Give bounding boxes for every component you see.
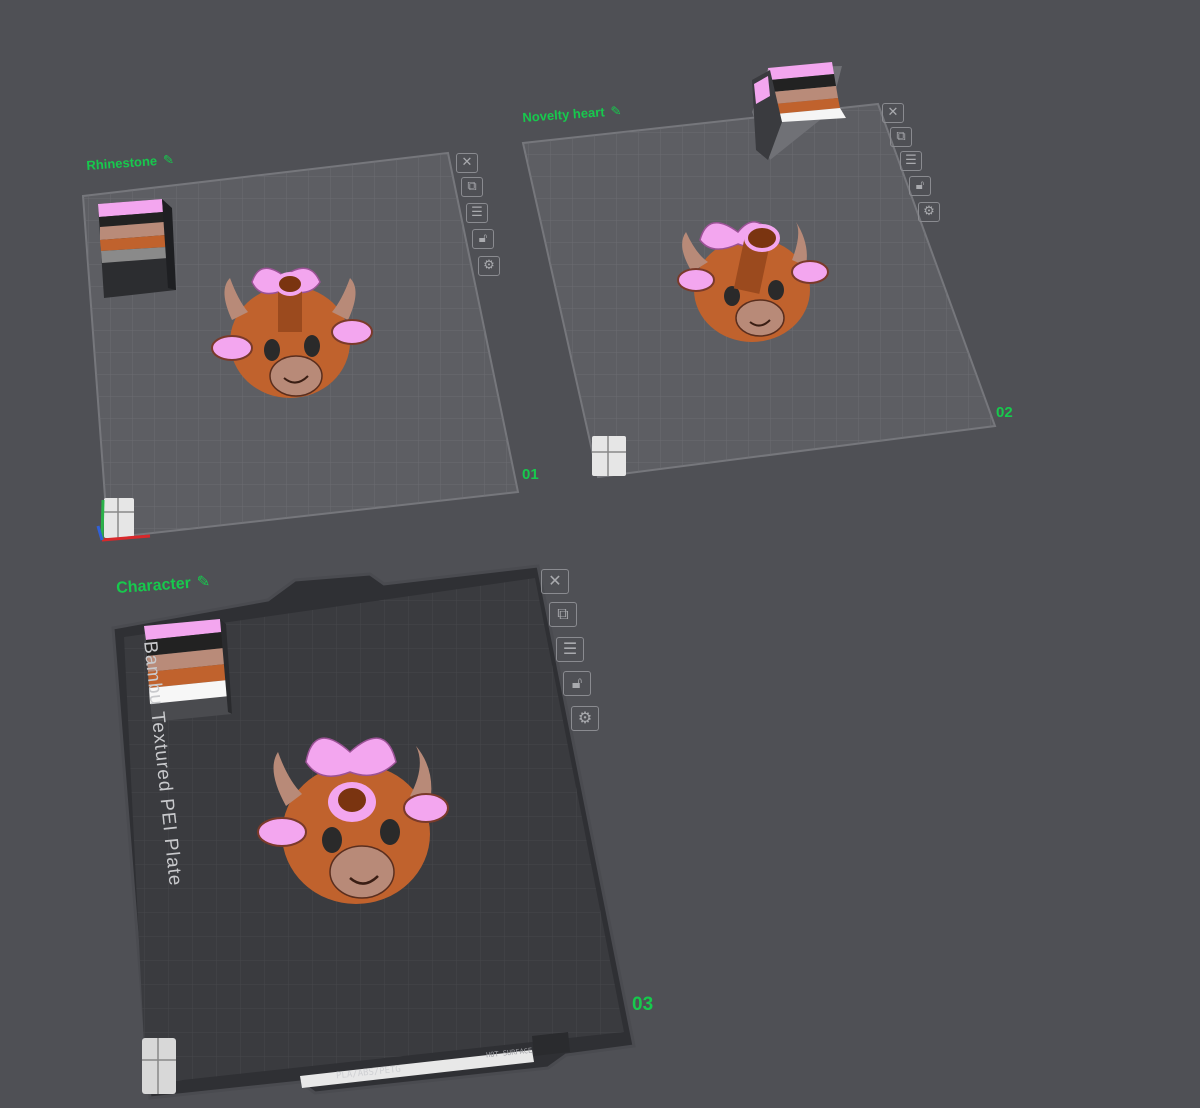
layout-icon[interactable]: ☰ — [466, 203, 488, 223]
close-icon[interactable]: ✕ — [541, 569, 569, 594]
plate-02[interactable] — [521, 62, 997, 479]
lock-icon[interactable]: 🔓︎ — [472, 229, 494, 249]
layout-icon[interactable]: ☰ — [900, 151, 922, 171]
lock-icon[interactable]: 🔓︎ — [909, 176, 931, 196]
close-icon[interactable]: ✕ — [456, 153, 478, 173]
plate-corner-marker — [142, 1038, 176, 1094]
lock-icon[interactable]: 🔓︎ — [563, 671, 591, 696]
plate-03-number: 03 — [632, 994, 654, 1015]
arrange-icon[interactable]: ⧉ — [461, 177, 483, 197]
close-icon[interactable]: ✕ — [882, 103, 904, 123]
pencil-icon[interactable]: ✎ — [610, 103, 622, 119]
plate-01[interactable] — [81, 151, 520, 542]
plate-01-number: 01 — [522, 466, 539, 483]
viewport-3d[interactable] — [0, 0, 1200, 1108]
pencil-icon[interactable]: ✎ — [196, 573, 211, 591]
layout-icon[interactable]: ☰ — [556, 637, 584, 662]
settings-icon[interactable]: ⚙︎ — [918, 202, 940, 222]
arrange-icon[interactable]: ⧉ — [549, 602, 577, 627]
settings-icon[interactable]: ⚙︎ — [571, 706, 599, 731]
plate-corner-marker — [592, 436, 626, 476]
arrange-icon[interactable]: ⧉ — [890, 127, 912, 147]
plate-corner-marker — [104, 498, 134, 538]
filament-tower — [98, 199, 176, 298]
plate-02-number: 02 — [996, 404, 1013, 421]
settings-icon[interactable]: ⚙︎ — [478, 256, 500, 276]
pencil-icon[interactable]: ✎ — [162, 152, 174, 168]
